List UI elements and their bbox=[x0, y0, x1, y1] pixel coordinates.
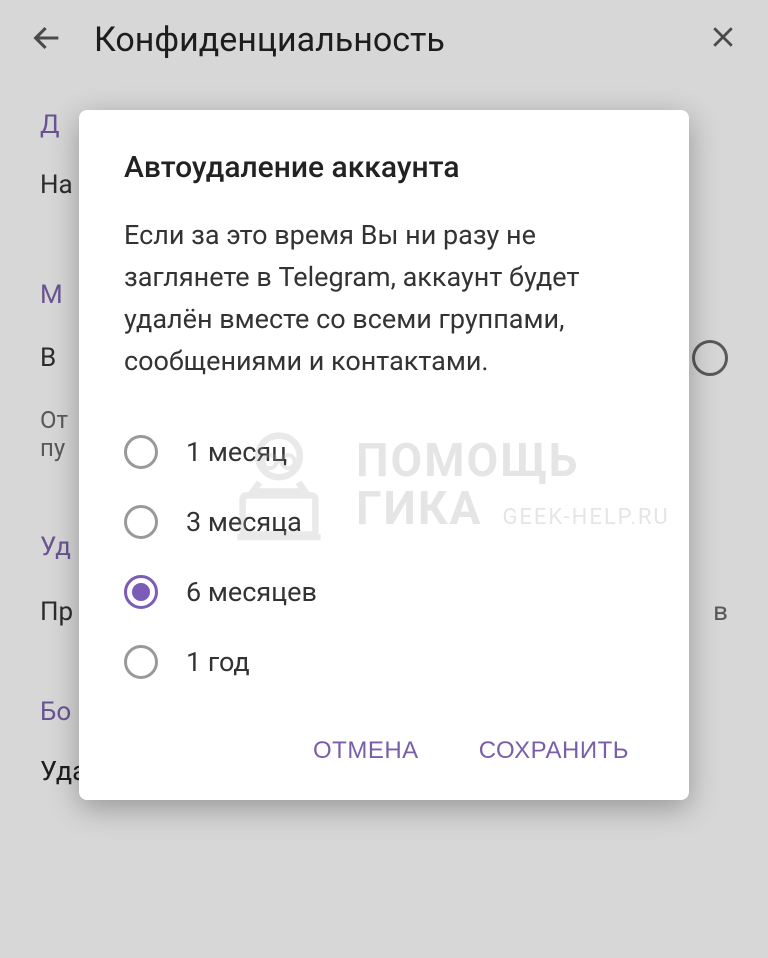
period-radio-group: 1 месяц 3 месяца 6 месяцев 1 год bbox=[124, 417, 644, 697]
dialog-title: Автоудаление аккаунта bbox=[124, 150, 644, 185]
radio-option-6months[interactable]: 6 месяцев bbox=[124, 557, 644, 627]
radio-icon bbox=[124, 435, 158, 469]
radio-icon bbox=[124, 645, 158, 679]
cancel-button[interactable]: ОТМЕНА bbox=[308, 727, 424, 775]
save-button[interactable]: СОХРАНИТЬ bbox=[474, 727, 634, 775]
radio-label: 1 год bbox=[186, 646, 250, 678]
dialog-description: Если за это время Вы ни разу не заглянет… bbox=[124, 215, 644, 382]
radio-label: 6 месяцев bbox=[186, 576, 317, 608]
radio-option-1month[interactable]: 1 месяц bbox=[124, 417, 644, 487]
dialog-button-row: ОТМЕНА СОХРАНИТЬ bbox=[124, 727, 644, 775]
dialog-overlay: Автоудаление аккаунта Если за это время … bbox=[0, 0, 768, 958]
auto-delete-dialog: Автоудаление аккаунта Если за это время … bbox=[79, 110, 689, 800]
radio-label: 3 месяца bbox=[186, 506, 302, 538]
radio-icon-selected bbox=[124, 575, 158, 609]
radio-icon bbox=[124, 505, 158, 539]
radio-option-1year[interactable]: 1 год bbox=[124, 627, 644, 697]
radio-label: 1 месяц bbox=[186, 436, 287, 468]
radio-option-3months[interactable]: 3 месяца bbox=[124, 487, 644, 557]
